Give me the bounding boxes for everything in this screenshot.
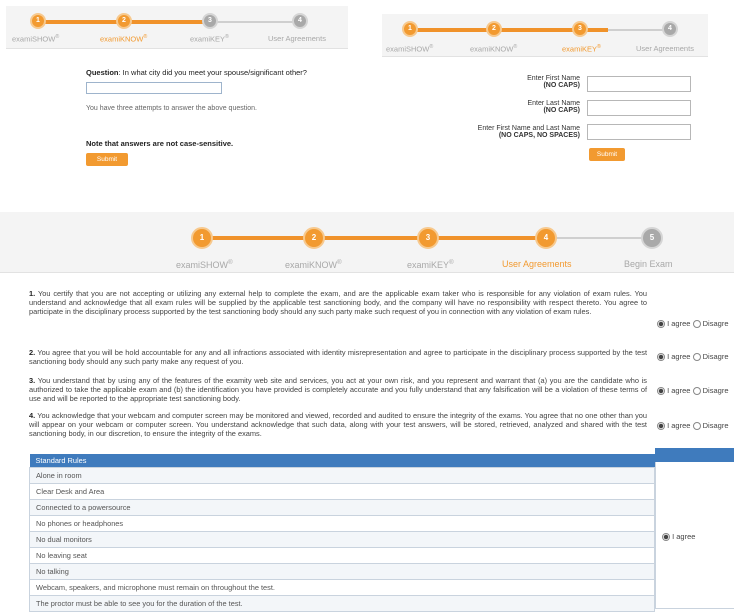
step-2-dot: 2 xyxy=(303,227,325,249)
standard-rules-table: Standard Rules Alone in room Clear Desk … xyxy=(29,454,655,612)
progress-stepper: 1 2 3 4 examiSHOW® examiKNOW® examiKEY® … xyxy=(382,14,708,57)
agree-radio[interactable] xyxy=(657,320,665,329)
first-name-label: Enter First Name (NO CAPS) xyxy=(527,75,580,89)
step-3-dot: 3 xyxy=(417,227,439,249)
agreement-2: 2. You agree that you will be hold accou… xyxy=(29,348,647,366)
step-3-label: examiKEY® xyxy=(190,34,229,44)
question-label: Question xyxy=(86,68,119,77)
rule-row: No talking xyxy=(29,563,655,580)
agree-radio[interactable] xyxy=(657,353,665,362)
progress-track-remaining xyxy=(214,21,304,23)
rule-row: No leaving seat xyxy=(29,547,655,564)
agreement-4: 4. You acknowledge that your webcam and … xyxy=(29,411,648,438)
step-4-dot: 4 xyxy=(292,13,308,29)
submit-button[interactable]: Submit xyxy=(86,153,128,166)
step-2-label: examiKNOW® xyxy=(100,34,148,44)
step-3-dot: 3 xyxy=(572,21,588,37)
rule-row: The proctor must be able to see you for … xyxy=(29,595,655,612)
step-1-dot: 1 xyxy=(191,227,213,249)
case-sensitivity-note: Note that answers are not case-sensitive… xyxy=(86,139,234,148)
progress-track-complete xyxy=(202,236,546,240)
agree-radio[interactable] xyxy=(657,387,665,396)
agreement-3-choice: I agree Disagre xyxy=(657,386,728,396)
agreement-4-choice: I agree Disagre xyxy=(657,421,728,431)
full-name-label: Enter First Name and Last Name (NO CAPS, … xyxy=(477,125,580,139)
rule-row: Connected to a powersource xyxy=(29,499,655,516)
rules-side-header xyxy=(655,448,734,462)
step-5-dot: 5 xyxy=(641,227,663,249)
step-4-dot: 4 xyxy=(535,227,557,249)
progress-track-remaining xyxy=(546,237,652,239)
step-3-label: examiKEY® xyxy=(562,44,601,54)
rule-row: Alone in room xyxy=(29,467,655,484)
examiknow-panel: 1 2 3 4 examiSHOW® examiKNOW® examiKEY® … xyxy=(6,6,348,186)
answer-input[interactable] xyxy=(86,82,222,94)
step-2-label: examiKNOW® xyxy=(470,44,518,54)
progress-stepper: 1 2 3 4 5 examiSHOW® examiKNOW® examiKEY… xyxy=(0,212,734,273)
step-4-dot: 4 xyxy=(662,21,678,37)
step-5-label: Begin Exam xyxy=(624,259,673,269)
step-3-dot: 3 xyxy=(202,13,218,29)
first-name-input[interactable] xyxy=(587,76,691,92)
agreement-3: 3. You understand that by using any of t… xyxy=(29,376,647,403)
step-1-label: examiSHOW® xyxy=(12,34,60,44)
question-text: : In what city did you meet your spouse/… xyxy=(118,68,307,77)
step-1-label: examiSHOW® xyxy=(176,259,233,270)
full-name-input[interactable] xyxy=(587,124,691,140)
last-name-input[interactable] xyxy=(587,100,691,116)
last-name-label: Enter Last Name (NO CAPS) xyxy=(527,100,580,114)
step-2-label: examiKNOW® xyxy=(285,259,342,270)
rule-row: No dual monitors xyxy=(29,531,655,548)
examikey-panel: 1 2 3 4 examiSHOW® examiKNOW® examiKEY® … xyxy=(382,14,708,180)
progress-stepper: 1 2 3 4 examiSHOW® examiKNOW® examiKEY® … xyxy=(6,6,348,49)
agree-radio[interactable] xyxy=(657,422,665,431)
step-4-label: User Agreements xyxy=(636,44,694,53)
agreement-2-choice: I agree Disagre xyxy=(657,352,728,362)
step-1-label: examiSHOW® xyxy=(386,44,434,54)
agreement-1-choice: I agree Disagre xyxy=(657,319,728,329)
step-1-dot: 1 xyxy=(402,21,418,37)
step-2-dot: 2 xyxy=(486,21,502,37)
security-question: Question: In what city did you meet your… xyxy=(86,68,307,77)
step-1-dot: 1 xyxy=(30,13,46,29)
step-2-dot: 2 xyxy=(116,13,132,29)
disagree-radio[interactable] xyxy=(692,353,701,362)
disagree-radio[interactable] xyxy=(692,320,701,329)
agreement-1: 1. You certify that you are not acceptin… xyxy=(29,289,647,316)
agree-radio[interactable] xyxy=(662,533,670,542)
disagree-radio[interactable] xyxy=(692,422,701,431)
rules-agree-choice: I agree xyxy=(662,532,695,542)
rules-table-header: Standard Rules xyxy=(29,454,655,468)
attempts-note: You have three attempts to answer the ab… xyxy=(86,105,257,112)
submit-button[interactable]: Submit xyxy=(589,148,625,161)
rule-row: No phones or headphones xyxy=(29,515,655,532)
disagree-radio[interactable] xyxy=(692,387,701,396)
step-3-label: examiKEY® xyxy=(407,259,454,270)
rule-row: Webcam, speakers, and microphone must re… xyxy=(29,579,655,596)
rule-row: Clear Desk and Area xyxy=(29,483,655,500)
step-4-label: User Agreements xyxy=(502,259,572,269)
step-4-label: User Agreements xyxy=(268,34,326,43)
